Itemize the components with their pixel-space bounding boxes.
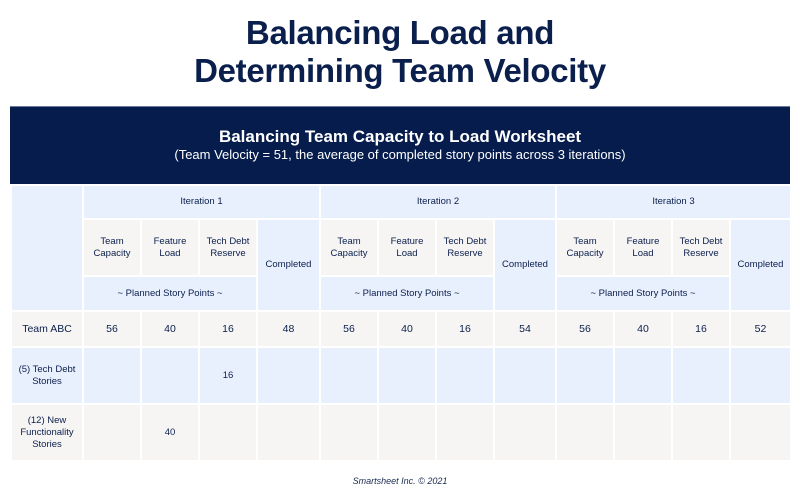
column-header: Tech Debt Reserve [198, 218, 258, 277]
column-header: Team Capacity [555, 218, 615, 277]
column-header: Team Capacity [82, 218, 142, 277]
table-cell [435, 346, 495, 405]
table-cell: 48 [256, 310, 321, 348]
table-cell: 16 [671, 310, 731, 348]
worksheet-banner: Balancing Team Capacity to Load Workshee… [10, 106, 790, 184]
row-label: (5) Tech Debt Stories [10, 346, 84, 405]
table-cell [613, 403, 673, 462]
planned-story-points-label: ~ Planned Story Points ~ [319, 275, 495, 312]
planned-row: ~ Planned Story Points ~ ~ Planned Story… [11, 275, 791, 312]
table-cell: 16 [435, 310, 495, 348]
table-cell: 16 [198, 310, 258, 348]
column-header: Completed [256, 218, 321, 312]
page-title: Balancing Load and Determining Team Velo… [0, 14, 800, 90]
table-cell: 40 [377, 310, 437, 348]
column-header: Team Capacity [319, 218, 379, 277]
worksheet-table: Iteration 1 Iteration 2 Iteration 3 Team… [10, 184, 792, 462]
column-header: Feature Load [613, 218, 673, 277]
table-cell [613, 346, 673, 405]
table-cell: 40 [613, 310, 673, 348]
table-cell [671, 403, 731, 462]
table-cell [198, 403, 258, 462]
column-header: Tech Debt Reserve [435, 218, 495, 277]
table-cell: 56 [555, 310, 615, 348]
table-cell [671, 346, 731, 405]
table-row: Team ABC 56 40 16 48 56 40 16 54 56 40 16 52 [10, 310, 792, 348]
row-label: Team ABC [10, 310, 84, 348]
table-cell [729, 403, 792, 462]
table-cell [319, 403, 379, 462]
table-cell [377, 346, 437, 405]
row-label: (12) New Functionality Stories [10, 403, 84, 462]
table-cell [140, 346, 200, 405]
worksheet-subtitle: (Team Velocity = 51, the average of comp… [174, 147, 626, 162]
column-header: Feature Load [377, 218, 437, 277]
table-cell: 40 [140, 310, 200, 348]
footer-copyright: Smartsheet Inc. © 2021 [352, 476, 448, 486]
table-cell [256, 346, 321, 405]
column-header: Feature Load [140, 218, 200, 277]
table-cell: 54 [493, 310, 557, 348]
table-cell [435, 403, 495, 462]
table-cell [555, 346, 615, 405]
column-header: Completed [729, 218, 792, 312]
table-cell [729, 346, 792, 405]
iteration-header: Iteration 1 [82, 184, 321, 220]
table-row: (5) Tech Debt Stories 16 [10, 346, 792, 405]
planned-story-points-label: ~ Planned Story Points ~ [555, 275, 731, 312]
table-cell [493, 346, 557, 405]
column-header-row: Team Capacity Feature Load Tech Debt Res… [11, 218, 792, 312]
table-cell: 40 [140, 403, 200, 462]
table-cell [319, 346, 379, 405]
iteration-header: Iteration 3 [555, 184, 792, 220]
corner-cell [10, 184, 84, 312]
planned-story-points-label: ~ Planned Story Points ~ [82, 275, 258, 312]
table-cell [82, 346, 142, 405]
table-cell: 52 [729, 310, 792, 348]
column-header: Tech Debt Reserve [671, 218, 731, 277]
table-cell [493, 403, 557, 462]
table-cell [82, 403, 142, 462]
iteration-header-row: Iteration 1 Iteration 2 Iteration 3 [10, 184, 792, 312]
table-cell [377, 403, 437, 462]
table-cell: 56 [319, 310, 379, 348]
table-cell: 16 [198, 346, 258, 405]
iteration-header: Iteration 2 [319, 184, 557, 220]
table-cell [256, 403, 321, 462]
column-header: Completed [493, 218, 557, 312]
worksheet: Balancing Team Capacity to Load Workshee… [10, 106, 792, 462]
page-title-line-2: Determining Team Velocity [194, 52, 606, 89]
table-row: (12) New Functionality Stories 40 [10, 403, 792, 462]
worksheet-title: Balancing Team Capacity to Load Workshee… [218, 127, 582, 146]
table-cell [555, 403, 615, 462]
table-cell: 56 [82, 310, 142, 348]
page-title-line-1: Balancing Load and [245, 14, 555, 51]
